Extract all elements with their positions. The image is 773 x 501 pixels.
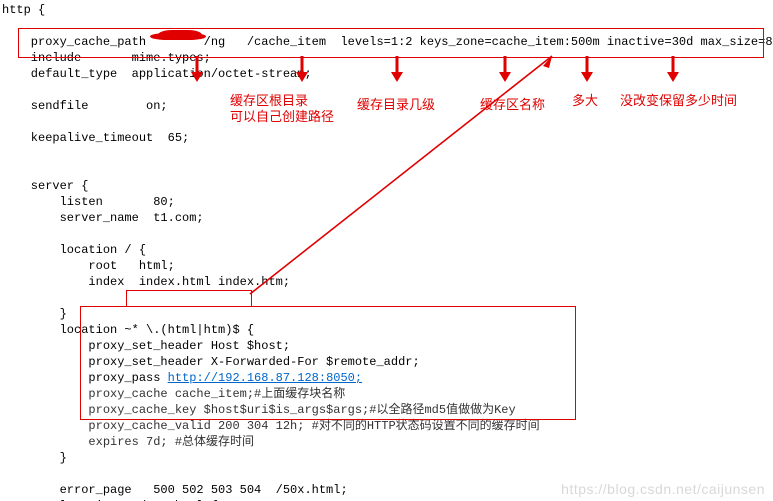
code-line: server_name t1.com;: [2, 211, 204, 225]
code-line: location ~* \.(html|htm)$ {: [2, 323, 254, 337]
code-line: proxy_cache_path /ng /cache_item levels=…: [2, 35, 773, 49]
code-line: }: [2, 451, 67, 465]
code-line: error_page 500 502 503 504 /50x.html;: [2, 483, 348, 497]
code-line: include mime.types;: [2, 51, 211, 65]
code-line: proxy_set_header Host $host;: [2, 339, 290, 353]
nginx-config-code: http { proxy_cache_path /ng /cache_item …: [2, 2, 773, 501]
code-line: index index.html index.htm;: [2, 275, 290, 289]
code-line: proxy_set_header X-Forwarded-For $remote…: [2, 355, 420, 369]
code-line: server {: [2, 179, 88, 193]
watermark-text: https://blog.csdn.net/caijunsen: [561, 481, 765, 497]
code-line: keepalive_timeout 65;: [2, 131, 189, 145]
code-line: expires 7d; #总体缓存时间: [2, 435, 254, 449]
annotation-zone-name: 缓存区名称: [480, 94, 545, 113]
code-line: proxy_cache_key $host$uri$is_args$args;#…: [2, 403, 516, 417]
annotation-inactive: 没改变保留多少时间: [620, 90, 737, 109]
code-line: http {: [2, 3, 45, 17]
code-line: sendfile on;: [2, 99, 168, 113]
code-line: proxy_cache_valid 200 304 12h; #对不同的HTTP…: [2, 419, 540, 433]
code-line: }: [2, 307, 67, 321]
code-line: proxy_pass http://192.168.87.128:8050;: [2, 371, 362, 385]
code-line: location / {: [2, 243, 146, 257]
proxy-pass-link[interactable]: http://192.168.87.128:8050;: [168, 371, 362, 385]
redaction-scribble: [150, 33, 206, 40]
annotation-root-dir-2: 可以自己创建路径: [230, 106, 334, 125]
code-line: proxy_cache cache_item;#上面缓存块名称: [2, 387, 345, 401]
annotation-size: 多大: [572, 90, 598, 109]
code-line: default_type application/octet-stream;: [2, 67, 312, 81]
code-line: root html;: [2, 259, 175, 273]
code-line: listen 80;: [2, 195, 175, 209]
annotation-levels: 缓存目录几级: [357, 94, 435, 113]
